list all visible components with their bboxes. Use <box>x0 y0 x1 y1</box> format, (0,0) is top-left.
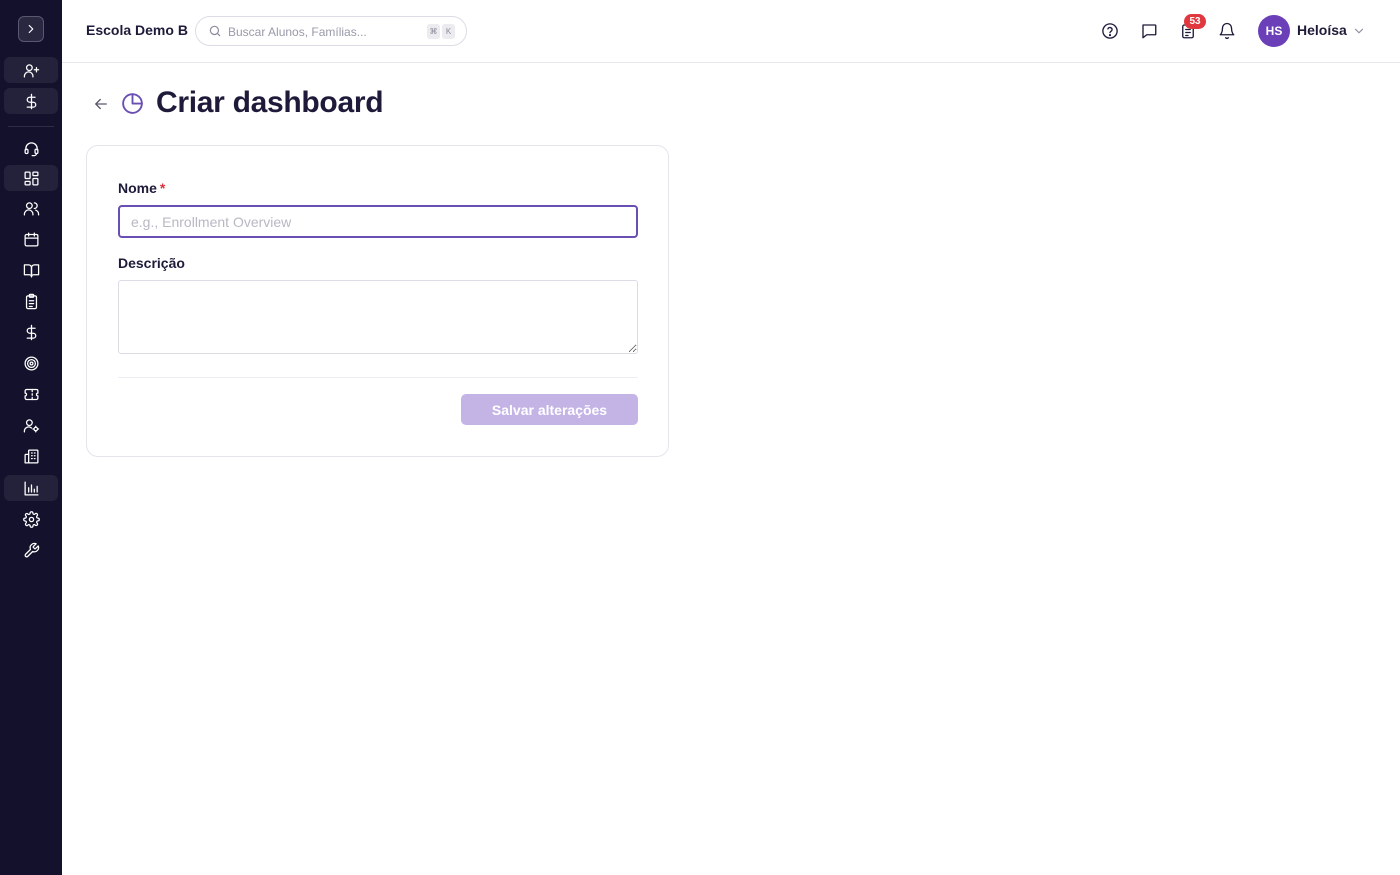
page-title: Criar dashboard <box>156 86 384 119</box>
sidebar-item-add-user[interactable] <box>4 57 58 83</box>
book-icon <box>23 263 39 278</box>
sidebar-item-book[interactable] <box>4 257 58 283</box>
users-icon <box>23 201 39 216</box>
dashboard-icon <box>23 170 39 186</box>
headset-icon <box>23 141 39 156</box>
sidebar-item-clipboard[interactable] <box>4 288 58 314</box>
sidebar-item-dashboard[interactable] <box>4 165 58 191</box>
shortcut-key-k: K <box>442 24 455 39</box>
wrench-icon <box>24 542 39 557</box>
gear-icon <box>22 510 40 528</box>
chevron-right-icon <box>28 24 34 34</box>
ticket-icon <box>23 388 39 400</box>
required-marker: * <box>159 180 166 196</box>
chevron-down-icon[interactable] <box>1352 24 1366 38</box>
search-icon <box>209 25 221 37</box>
form-divider <box>118 377 638 378</box>
help-button[interactable] <box>1099 20 1121 42</box>
sidebar-item-ticket[interactable] <box>4 381 58 407</box>
message-icon <box>1142 24 1157 39</box>
user-gear-icon <box>23 418 39 433</box>
notification-count-badge: 53 <box>1184 14 1206 29</box>
shortcut-key-cmd: ⌘ <box>427 24 440 39</box>
sidebar-item-user-settings[interactable] <box>4 412 58 438</box>
name-label-text: Nome <box>118 180 157 196</box>
description-label: Descrição <box>118 255 185 271</box>
search-input[interactable] <box>228 22 418 42</box>
user-plus-icon <box>23 63 39 78</box>
user-name[interactable]: Heloísa <box>1297 22 1347 38</box>
messages-button[interactable] <box>1138 20 1160 42</box>
sidebar-item-calendar[interactable] <box>4 226 58 252</box>
dollar-icon <box>26 93 36 109</box>
description-textarea[interactable] <box>118 280 638 354</box>
sidebar-item-tools[interactable] <box>4 537 58 563</box>
sidebar-item-users[interactable] <box>4 195 58 221</box>
sidebar <box>0 0 62 875</box>
sidebar-item-target[interactable] <box>4 350 58 376</box>
sidebar-item-finance-top[interactable] <box>4 88 58 114</box>
sidebar-item-settings[interactable] <box>4 506 58 532</box>
top-header: Escola Demo B ⌘ K 53 HS Heloísa <box>62 0 1400 63</box>
sidebar-item-support[interactable] <box>4 135 58 161</box>
clipboard-icon <box>25 293 37 309</box>
sidebar-item-finance[interactable] <box>4 319 58 345</box>
sidebar-expand-button[interactable] <box>18 16 44 42</box>
help-circle-icon <box>1102 23 1118 39</box>
pie-chart-icon <box>122 93 143 114</box>
bell-icon <box>1219 22 1235 40</box>
save-changes-button[interactable]: Salvar alterações <box>461 394 638 425</box>
name-input[interactable] <box>118 205 638 238</box>
dashboard-form-card: Nome* Descrição Salvar alterações <box>86 145 669 457</box>
sidebar-item-reports[interactable] <box>4 475 58 501</box>
name-label: Nome * <box>118 180 165 196</box>
bar-chart-icon <box>23 480 39 496</box>
calendar-icon <box>23 231 39 247</box>
back-arrow-icon[interactable] <box>92 95 110 113</box>
sidebar-item-building[interactable] <box>4 443 58 469</box>
target-icon <box>23 355 39 371</box>
user-avatar[interactable]: HS <box>1258 15 1290 47</box>
search-bar[interactable]: ⌘ K <box>195 16 467 46</box>
sidebar-divider <box>8 126 54 127</box>
school-name: Escola Demo B <box>86 22 188 38</box>
notifications-button[interactable] <box>1216 20 1238 42</box>
dollar-icon <box>26 324 36 340</box>
building-icon <box>23 448 39 464</box>
